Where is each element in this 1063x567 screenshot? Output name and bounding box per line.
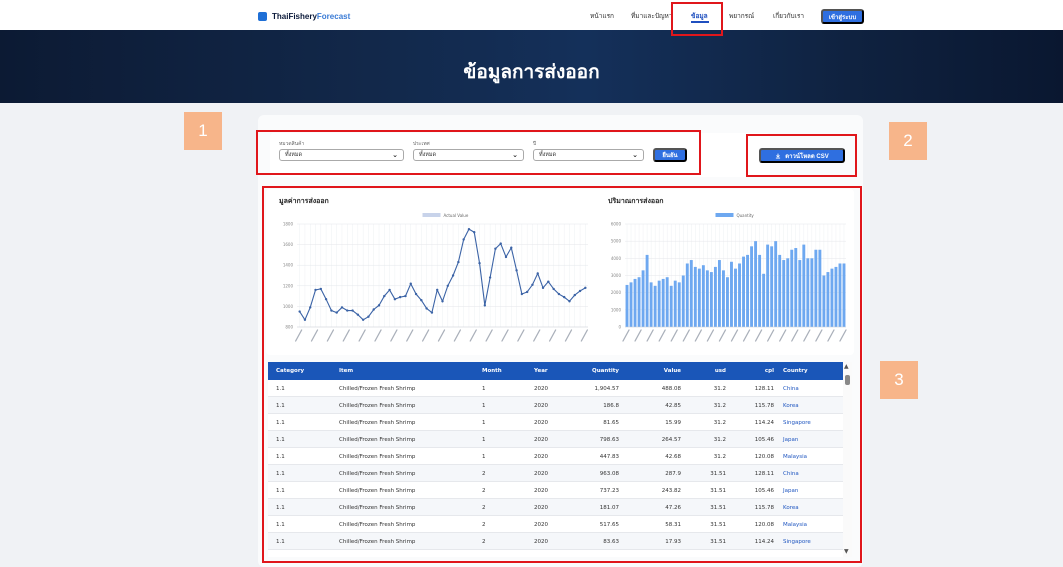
hero-banner: ข้อมูลการส่งออก (0, 30, 1063, 103)
logo-text-main: ThaiFishery (272, 11, 317, 21)
nav-link-background[interactable]: ที่มาและปัญหา (631, 11, 672, 21)
login-button[interactable]: เข้าสู่ระบบ (821, 9, 864, 24)
nav-link-forecast[interactable]: พยากรณ์ (729, 11, 754, 21)
annotation-box-nav (671, 2, 723, 36)
logo-text-accent: Forecast (316, 11, 351, 21)
top-navbar: ThaiFisheryForecast หน้าแรก ที่มาและปัญห… (0, 0, 1063, 30)
site-logo[interactable]: ThaiFisheryForecast (258, 9, 350, 23)
page-title: ข้อมูลการส่งออก (463, 61, 600, 83)
annotation-tag-1: 1 (184, 112, 222, 150)
nav-link-home[interactable]: หน้าแรก (590, 11, 614, 21)
annotation-box-3 (262, 186, 862, 563)
annotation-box-1 (256, 130, 701, 175)
nav-link-about[interactable]: เกี่ยวกับเรา (773, 11, 804, 21)
logo-icon (258, 11, 267, 21)
annotation-tag-2: 2 (889, 122, 927, 160)
annotation-tag-3: 3 (880, 361, 918, 399)
annotation-box-2 (746, 134, 857, 177)
